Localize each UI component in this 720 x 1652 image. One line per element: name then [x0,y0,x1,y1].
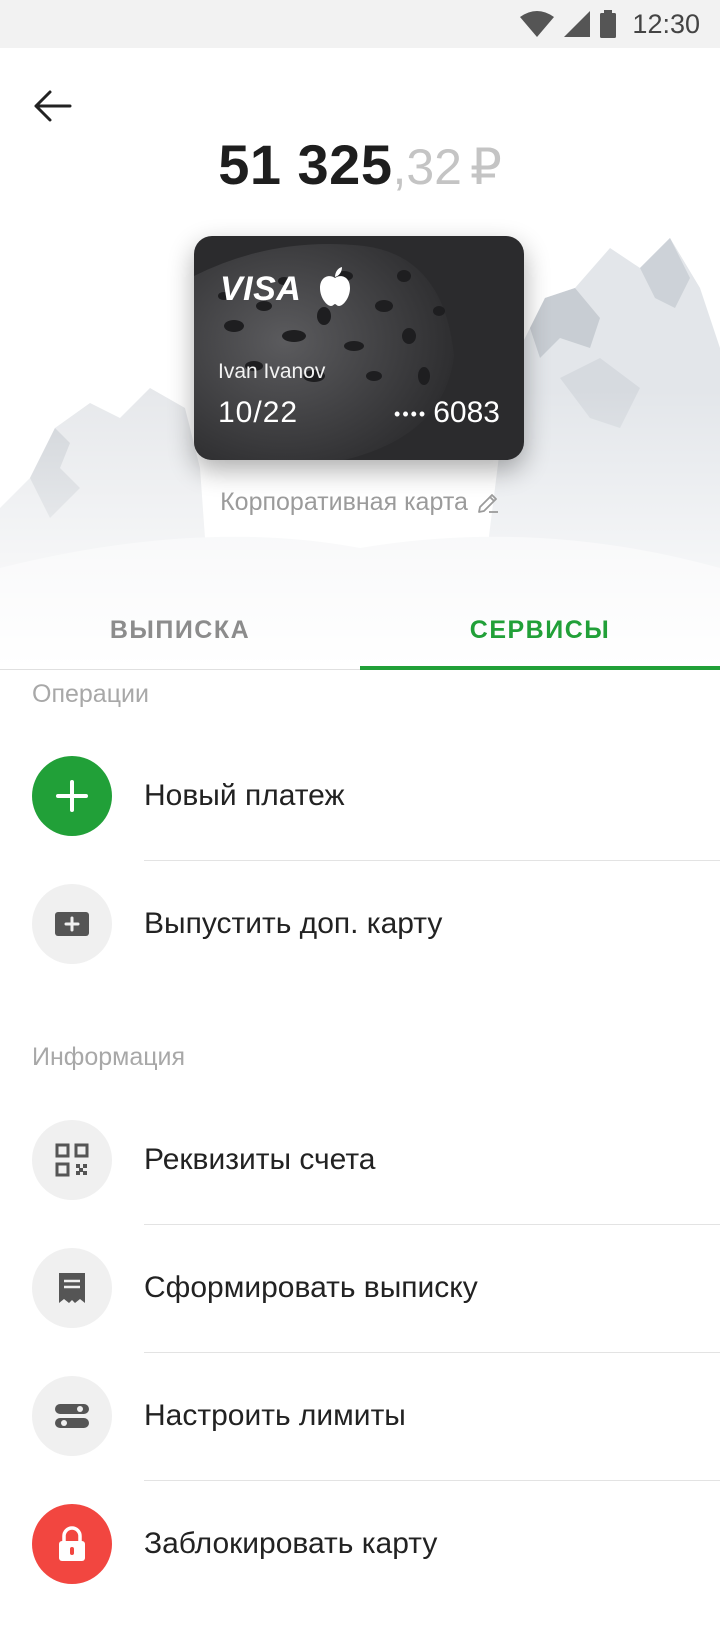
limits-icon [55,1404,89,1428]
add-card-icon [55,912,89,936]
qr-code-icon [55,1143,89,1177]
account-details-label: Реквизиты счета [144,1143,376,1176]
set-limits-item[interactable]: Настроить лимиты [0,1352,720,1480]
card-holder-name: Ivan Ivanov [218,360,326,383]
arrow-left-icon [34,90,72,122]
plus-icon [56,780,88,812]
generate-statement-icon [32,1248,112,1328]
status-time: 12:30 [632,8,700,39]
visa-logo: VISA [220,270,302,308]
status-bar: 12:30 [0,0,720,48]
balance-amount: 51 325,32 ₽ [0,132,720,197]
card-last-digits: 6083 [433,396,500,429]
card-number: •••• 6083 [394,396,500,430]
balance-integer: 51 325 [218,133,393,196]
card-caption-label: Корпоративная карта [220,488,468,516]
battery-icon [600,10,617,38]
issue-extra-card-item[interactable]: Выпустить доп. карту [0,860,720,988]
lock-icon [59,1526,85,1561]
card-name-edit[interactable]: Корпоративная карта [0,488,720,517]
generate-statement-item[interactable]: Сформировать выписку [0,1224,720,1352]
cellular-signal-icon [564,11,591,37]
active-tab-indicator [360,666,720,670]
balance-fraction: ,32 [392,139,462,195]
account-details-icon [32,1120,112,1200]
back-button[interactable] [26,80,78,132]
generate-statement-label: Сформировать выписку [144,1271,478,1304]
tab-bar: ВЫПИСКА СЕРВИСЫ [0,590,720,670]
receipt-icon [59,1273,85,1303]
issue-extra-card-icon [32,884,112,964]
apple-pay-icon [320,267,350,306]
new-payment-icon [32,756,112,836]
block-card-label: Заблокировать карту [144,1527,438,1560]
new-payment-label: Новый платеж [144,779,345,812]
account-details-item[interactable]: Реквизиты счета [0,1096,720,1224]
section-title-operations: Операции [32,680,149,708]
currency-symbol: ₽ [469,139,502,195]
section-title-info: Информация [32,1043,186,1071]
issue-extra-card-label: Выпустить доп. карту [144,907,443,940]
wifi-icon [520,11,555,37]
new-payment-item[interactable]: Новый платеж [0,732,720,860]
tab-services[interactable]: СЕРВИСЫ [360,590,720,670]
pencil-icon [477,493,498,513]
card-number-mask: •••• [394,403,428,424]
block-card-item[interactable]: Заблокировать карту [0,1480,720,1608]
block-card-icon [32,1504,112,1584]
set-limits-icon [32,1376,112,1456]
tab-statement[interactable]: ВЫПИСКА [0,590,360,670]
set-limits-label: Настроить лимиты [144,1399,406,1432]
bank-card[interactable]: VISA Ivan Ivanov 10/22 •••• 6083 [194,236,524,460]
card-expiry: 10/22 [218,396,299,429]
